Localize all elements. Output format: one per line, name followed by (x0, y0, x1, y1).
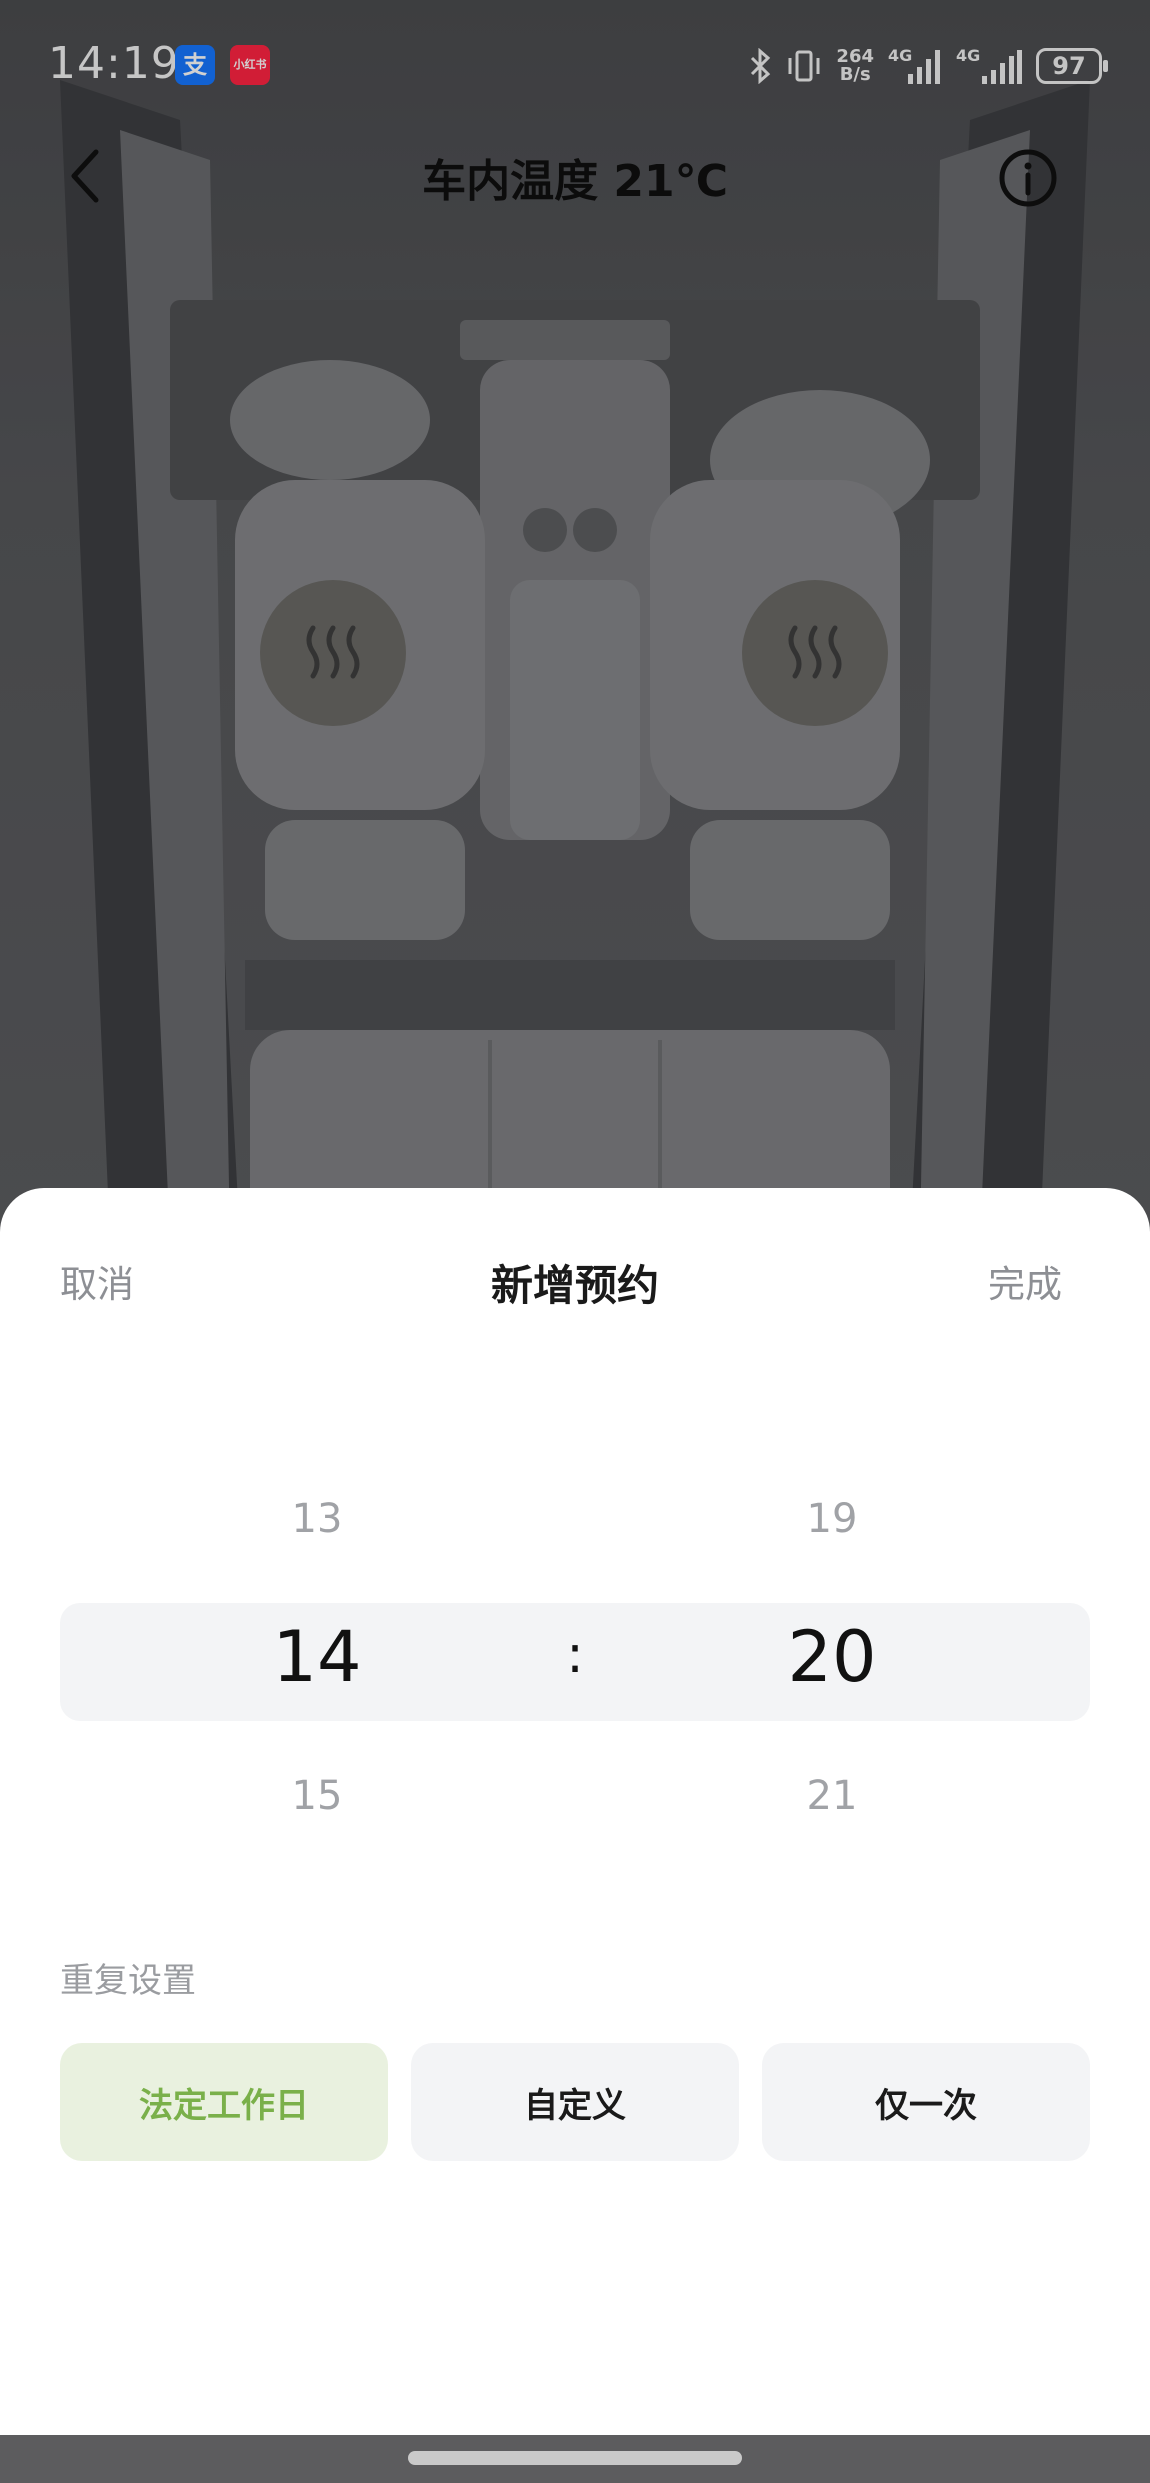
minute-selected[interactable]: 20 (732, 1616, 932, 1698)
battery-indicator: 97 (1036, 48, 1108, 84)
hour-option-prev[interactable]: 13 (217, 1496, 417, 1542)
hour-option-next[interactable]: 15 (217, 1773, 417, 1819)
net-speed: 264 B/s (836, 48, 874, 84)
add-schedule-sheet: 取消 新增预约 完成 13 14 15 : 19 20 21 重复设置 法定工作… (0, 1188, 1150, 2435)
seat-heat-icon (306, 625, 360, 679)
cellular-signal-icon (908, 50, 940, 84)
page-title: 车内温度 21℃ (422, 156, 728, 207)
minute-option-prev[interactable]: 19 (732, 1496, 932, 1542)
vibrate-icon (788, 50, 820, 82)
repeat-settings-label: 重复设置 (60, 1961, 196, 2001)
home-indicator[interactable] (408, 2451, 742, 2465)
signal-1: 4G (888, 46, 942, 86)
right-seat-heat-button[interactable] (742, 580, 888, 726)
time-separator: : (566, 1625, 584, 1685)
signal-2-label: 4G (956, 46, 981, 65)
seat-heat-icon (788, 625, 842, 679)
info-icon[interactable] (998, 148, 1058, 208)
status-indicators: 264 B/s 4G 4G 97 (748, 44, 1108, 88)
bluetooth-icon (751, 48, 771, 84)
navigation-bar (0, 2435, 1150, 2483)
done-button[interactable]: 完成 (988, 1254, 1062, 1308)
status-bar: 14:19 支 小红书 264 B/s 4G 4G 97 (0, 0, 1150, 135)
alipay-icon: 支 (175, 45, 215, 85)
cellular-signal-icon (982, 50, 1022, 84)
status-time: 14:19 (48, 38, 180, 89)
repeat-option-once[interactable]: 仅一次 (762, 2043, 1090, 2161)
repeat-option-workdays[interactable]: 法定工作日 (60, 2043, 388, 2161)
xiaohongshu-icon: 小红书 (230, 45, 270, 85)
left-seat-heat-button[interactable] (260, 580, 406, 726)
signal-2: 4G (956, 46, 1022, 86)
sheet-title: 新增预约 (490, 1261, 659, 1310)
hour-selected[interactable]: 14 (217, 1616, 417, 1698)
minute-option-next[interactable]: 21 (732, 1773, 932, 1819)
repeat-option-custom[interactable]: 自定义 (411, 2043, 739, 2161)
net-speed-unit: B/s (839, 64, 871, 85)
